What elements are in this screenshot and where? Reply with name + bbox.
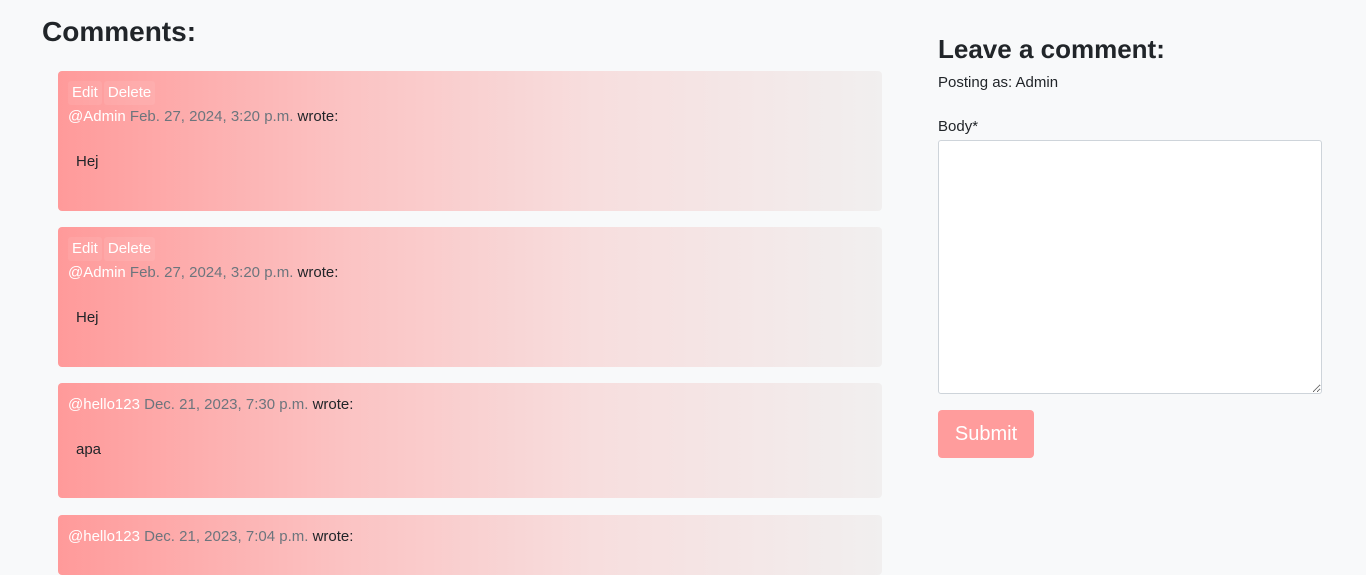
comments-section: Comments:	[42, 14, 882, 50]
comment-body: Hej	[76, 153, 99, 170]
comment-date: Feb. 27, 2024, 3:20 p.m.	[129, 108, 294, 125]
comment-author: @Admin	[68, 264, 126, 281]
comment-meta: @Admin Feb. 27, 2024, 3:20 p.m. wrote:	[68, 105, 872, 129]
comments-heading: Comments:	[42, 16, 197, 47]
form-heading: Leave a comment:	[938, 34, 1165, 64]
submit-button[interactable]: Submit	[938, 410, 1034, 458]
comment-meta: @Admin Feb. 27, 2024, 3:20 p.m. wrote:	[68, 261, 872, 285]
comment-author: @hello123	[68, 396, 140, 413]
body-field-label: Body*	[938, 118, 979, 135]
comment-meta: @hello123 Dec. 21, 2023, 7:04 p.m. wrote…	[68, 525, 872, 549]
comment-date: Feb. 27, 2024, 3:20 p.m.	[129, 264, 294, 281]
comment-body: apa	[76, 441, 102, 458]
edit-button[interactable]: Edit	[68, 81, 102, 105]
posting-as-text: Posting as: Admin	[938, 74, 1059, 91]
comment-actions: Edit Delete	[68, 81, 872, 105]
comment-card: Edit Delete @Admin Feb. 27, 2024, 3:20 p…	[58, 71, 882, 211]
comment-card: Edit Delete @Admin Feb. 27, 2024, 3:20 p…	[58, 227, 882, 367]
comment-author: @Admin	[68, 108, 126, 125]
delete-button[interactable]: Delete	[103, 81, 156, 105]
comment-wrote-label: wrote:	[312, 528, 354, 545]
comment-wrote-label: wrote:	[312, 396, 354, 413]
comment-date: Dec. 21, 2023, 7:04 p.m.	[144, 528, 309, 545]
comment-wrote-label: wrote:	[297, 108, 339, 125]
comment-card: @hello123 Dec. 21, 2023, 7:04 p.m. wrote…	[58, 515, 882, 575]
comment-actions: Edit Delete	[68, 237, 872, 261]
delete-button[interactable]: Delete	[103, 237, 156, 261]
comment-date: Dec. 21, 2023, 7:30 p.m.	[144, 396, 309, 413]
comment-form: Leave a comment: Posting as: Admin Body*…	[938, 30, 1322, 458]
comment-card: @hello123 Dec. 21, 2023, 7:30 p.m. wrote…	[58, 383, 882, 498]
comment-body: Hej	[76, 309, 99, 326]
comment-meta: @hello123 Dec. 21, 2023, 7:30 p.m. wrote…	[68, 393, 872, 417]
edit-button[interactable]: Edit	[68, 237, 102, 261]
comment-author: @hello123	[68, 528, 140, 545]
comment-wrote-label: wrote:	[297, 264, 339, 281]
comment-body-field[interactable]	[938, 140, 1322, 394]
